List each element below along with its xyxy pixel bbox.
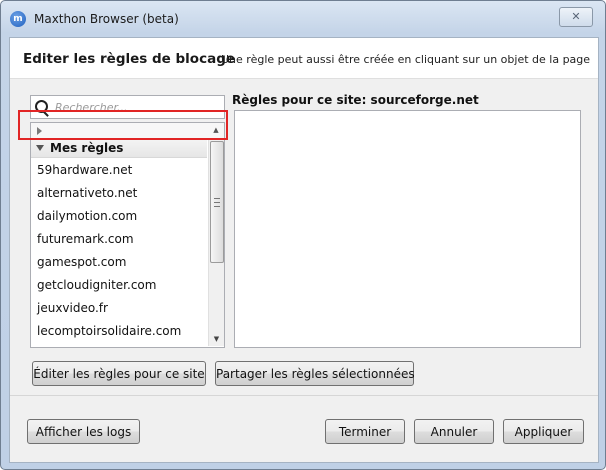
collapse-arrow-icon[interactable] xyxy=(36,145,44,151)
list-item[interactable]: alternativeto.net xyxy=(31,182,207,205)
vertical-scrollbar[interactable]: ▼ xyxy=(208,139,224,346)
rules-heading: Règles pour ce site: sourceforge.net xyxy=(232,93,479,107)
maxthon-logo-icon: m xyxy=(10,11,26,27)
dialog-header: Editer les règles de blocage Une règle p… xyxy=(10,38,598,79)
cancel-button[interactable]: Annuler xyxy=(414,419,494,444)
list-item[interactable]: jeuxvideo.fr xyxy=(31,297,207,320)
finish-button[interactable]: Terminer xyxy=(325,419,405,444)
site-items: 59hardware.net alternativeto.net dailymo… xyxy=(31,159,207,343)
apply-button[interactable]: Appliquer xyxy=(503,419,584,444)
scroll-down-arrow-icon[interactable]: ▼ xyxy=(209,334,224,344)
dialog-heading: Editer les règles de blocage xyxy=(23,51,236,67)
title-bar[interactable]: m Maxthon Browser (beta) ✕ xyxy=(1,1,605,37)
dialog-client-area: Editer les règles de blocage Une règle p… xyxy=(9,37,599,463)
list-item[interactable]: futuremark.com xyxy=(31,228,207,251)
list-item[interactable]: 59hardware.net xyxy=(31,159,207,182)
grip-icon xyxy=(214,198,220,207)
window-title: Maxthon Browser (beta) xyxy=(34,12,179,26)
show-logs-button[interactable]: Afficher les logs xyxy=(27,419,140,444)
group-header-my-rules[interactable]: Mes règles xyxy=(31,139,207,158)
sites-list[interactable]: ▲ Mes règles 59hardware.net alternativet… xyxy=(30,122,225,348)
divider xyxy=(10,395,598,396)
list-item[interactable]: lecomptoirsolidaire.com xyxy=(31,320,207,343)
list-item[interactable]: gamespot.com xyxy=(31,251,207,274)
edit-rules-button[interactable]: Éditer les règles pour ce site xyxy=(32,361,206,386)
list-item[interactable]: getcloudigniter.com xyxy=(31,274,207,297)
rules-panel[interactable] xyxy=(234,110,581,348)
scrollbar-thumb[interactable] xyxy=(210,141,224,263)
dialog-subheading: Une règle peut aussi être créée en cliqu… xyxy=(221,53,591,66)
group-label: Mes règles xyxy=(50,141,124,155)
dialog-window: m Maxthon Browser (beta) ✕ Editer les rè… xyxy=(0,0,606,470)
close-button[interactable]: ✕ xyxy=(559,7,593,27)
share-rules-button[interactable]: Partager les règles sélectionnées xyxy=(215,361,415,386)
highlight-annotation xyxy=(18,110,228,140)
list-item[interactable]: dailymotion.com xyxy=(31,205,207,228)
